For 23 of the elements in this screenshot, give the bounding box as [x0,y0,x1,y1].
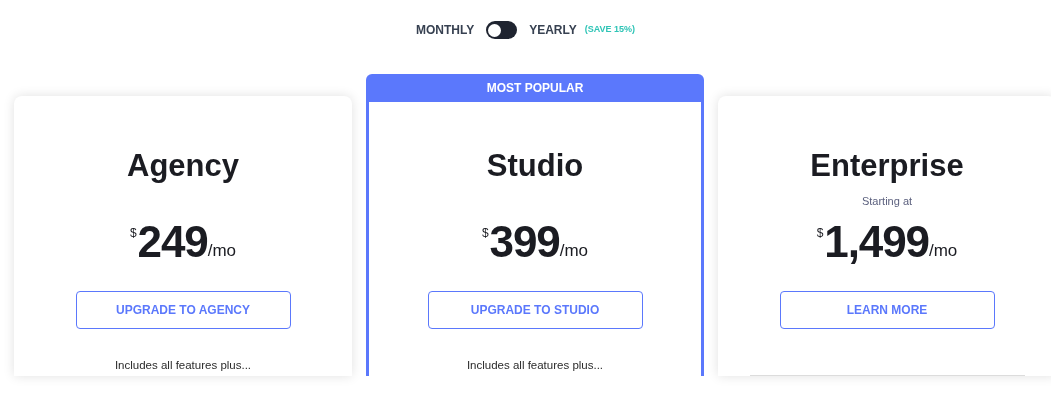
plan-button[interactable]: UPGRADE TO AGENCY [75,291,291,329]
price-period: /mo [559,241,589,262]
billing-toggle[interactable] [486,21,518,39]
price: 399 [489,218,560,266]
includes-text: Includes all features plus... [114,358,252,373]
plan-button[interactable]: LEARN MORE [779,291,995,329]
most-popular-banner: MOST POPULAR [366,74,704,102]
price-period: /mo [928,241,958,260]
currency-symbol: $ [481,225,489,242]
starting-at-note: Starting at [861,193,913,209]
plan-name: Enterprise [810,147,964,185]
includes-text: Includes all features plus... [466,358,604,373]
discount-label: (SAVE 15%) [584,23,636,37]
currency-symbol: $ [129,225,137,242]
price: 1,499 [824,218,929,266]
price-period: /mo [207,241,237,262]
plan-button[interactable]: UPGRADE TO STUDIO [427,291,643,329]
plan-name: Studio [486,147,584,185]
price: 249 [137,218,208,266]
currency-symbol: $ [816,225,824,240]
plan-name: Agency [127,147,239,185]
yearly-label: YEARLY [529,22,577,39]
monthly-label: MONTHLY [415,22,475,39]
